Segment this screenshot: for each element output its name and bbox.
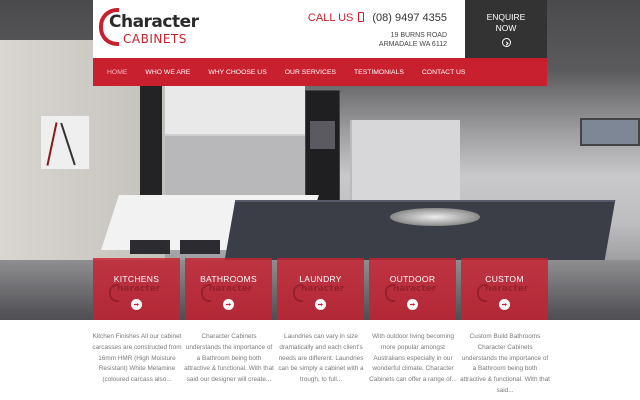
logo-watermark-icon: haracter xyxy=(477,284,533,302)
arrow-right-icon[interactable] xyxy=(315,299,326,310)
nav-item-home[interactable]: HOME xyxy=(107,69,127,76)
service-title: LAUNDRY xyxy=(299,274,342,284)
logo-text-bottom: CABINETS xyxy=(123,32,187,46)
logo-text-top: Character xyxy=(109,12,199,32)
arrow-right-icon[interactable] xyxy=(131,299,142,310)
service-description-bathrooms: Character Cabinets understands the impor… xyxy=(184,333,274,384)
enquire-label-1: ENQUIRE xyxy=(486,12,526,22)
hero-bowl xyxy=(390,208,480,226)
arrow-right-icon[interactable] xyxy=(499,299,510,310)
enquire-label-2: NOW xyxy=(495,23,517,33)
logo-watermark-icon: haracter xyxy=(385,284,441,302)
nav-item-who-we-are[interactable]: WHO WE ARE xyxy=(145,69,190,76)
service-tile-kitchens[interactable]: KITCHENS haracter xyxy=(93,258,180,320)
nav-item-testimonials[interactable]: TESTIMONIALS xyxy=(354,69,404,76)
address: 19 BURNS ROAD ARMADALE WA 6112 xyxy=(379,31,447,49)
hero-oven xyxy=(305,90,340,210)
phone-icon xyxy=(358,12,365,22)
hero-wall-art xyxy=(40,115,90,170)
logo[interactable]: Character CABINETS xyxy=(99,8,204,50)
service-tile-outdoor[interactable]: OUTDOOR haracter xyxy=(369,258,456,320)
service-title: KITCHENS xyxy=(113,274,160,284)
main-nav: HOME WHO WE ARE WHY CHOOSE US OUR SERVIC… xyxy=(93,58,547,86)
header: Character CABINETS CALL US (08) 9497 4355… xyxy=(93,0,465,58)
call-label: CALL US xyxy=(307,12,354,24)
enquire-now-button[interactable]: ENQUIRE NOW xyxy=(465,0,547,58)
service-description-laundry: Laundries can vary in size dramatically … xyxy=(278,333,364,384)
service-title: BATHROOMS xyxy=(200,274,257,284)
nav-item-our-services[interactable]: OUR SERVICES xyxy=(285,69,336,76)
service-tile-custom[interactable]: CUSTOM haracter xyxy=(461,258,548,320)
hero-backsplash xyxy=(165,136,305,196)
arrow-right-icon[interactable] xyxy=(407,299,418,310)
logo-watermark-icon: haracter xyxy=(293,284,349,302)
hero-window xyxy=(580,118,640,146)
call-us[interactable]: CALL US (08) 9497 4355 xyxy=(308,12,447,24)
arrow-right-icon[interactable] xyxy=(223,299,234,310)
nav-item-contact-us[interactable]: CONTACT US xyxy=(422,69,466,76)
hero-overhead-cabinets xyxy=(165,86,305,136)
service-title: OUTDOOR xyxy=(389,274,436,284)
address-line-2: ARMADALE WA 6112 xyxy=(378,41,447,48)
service-description-custom: Custom Build Bathrooms Character Cabinet… xyxy=(460,333,550,394)
service-description-outdoor: With outdoor living becoming more popula… xyxy=(369,333,457,384)
service-title: CUSTOM xyxy=(485,274,524,284)
nav-item-why-choose-us[interactable]: WHY CHOOSE US xyxy=(208,69,266,76)
hero-stool xyxy=(180,240,220,254)
address-line-1: 19 BURNS ROAD xyxy=(390,32,447,39)
hero-side-cabinets xyxy=(350,120,460,210)
phone-number[interactable]: (08) 9497 4355 xyxy=(372,12,447,24)
logo-watermark-icon: haracter xyxy=(201,284,257,302)
arrow-right-circle-icon xyxy=(501,38,511,47)
service-tile-bathrooms[interactable]: BATHROOMS haracter xyxy=(185,258,272,320)
hero-stool xyxy=(130,240,170,254)
logo-watermark-icon: haracter xyxy=(109,284,165,302)
service-tile-laundry[interactable]: LAUNDRY haracter xyxy=(277,258,364,320)
service-description-kitchens: Kitchen Finishes All our cabinet carcass… xyxy=(92,333,182,384)
